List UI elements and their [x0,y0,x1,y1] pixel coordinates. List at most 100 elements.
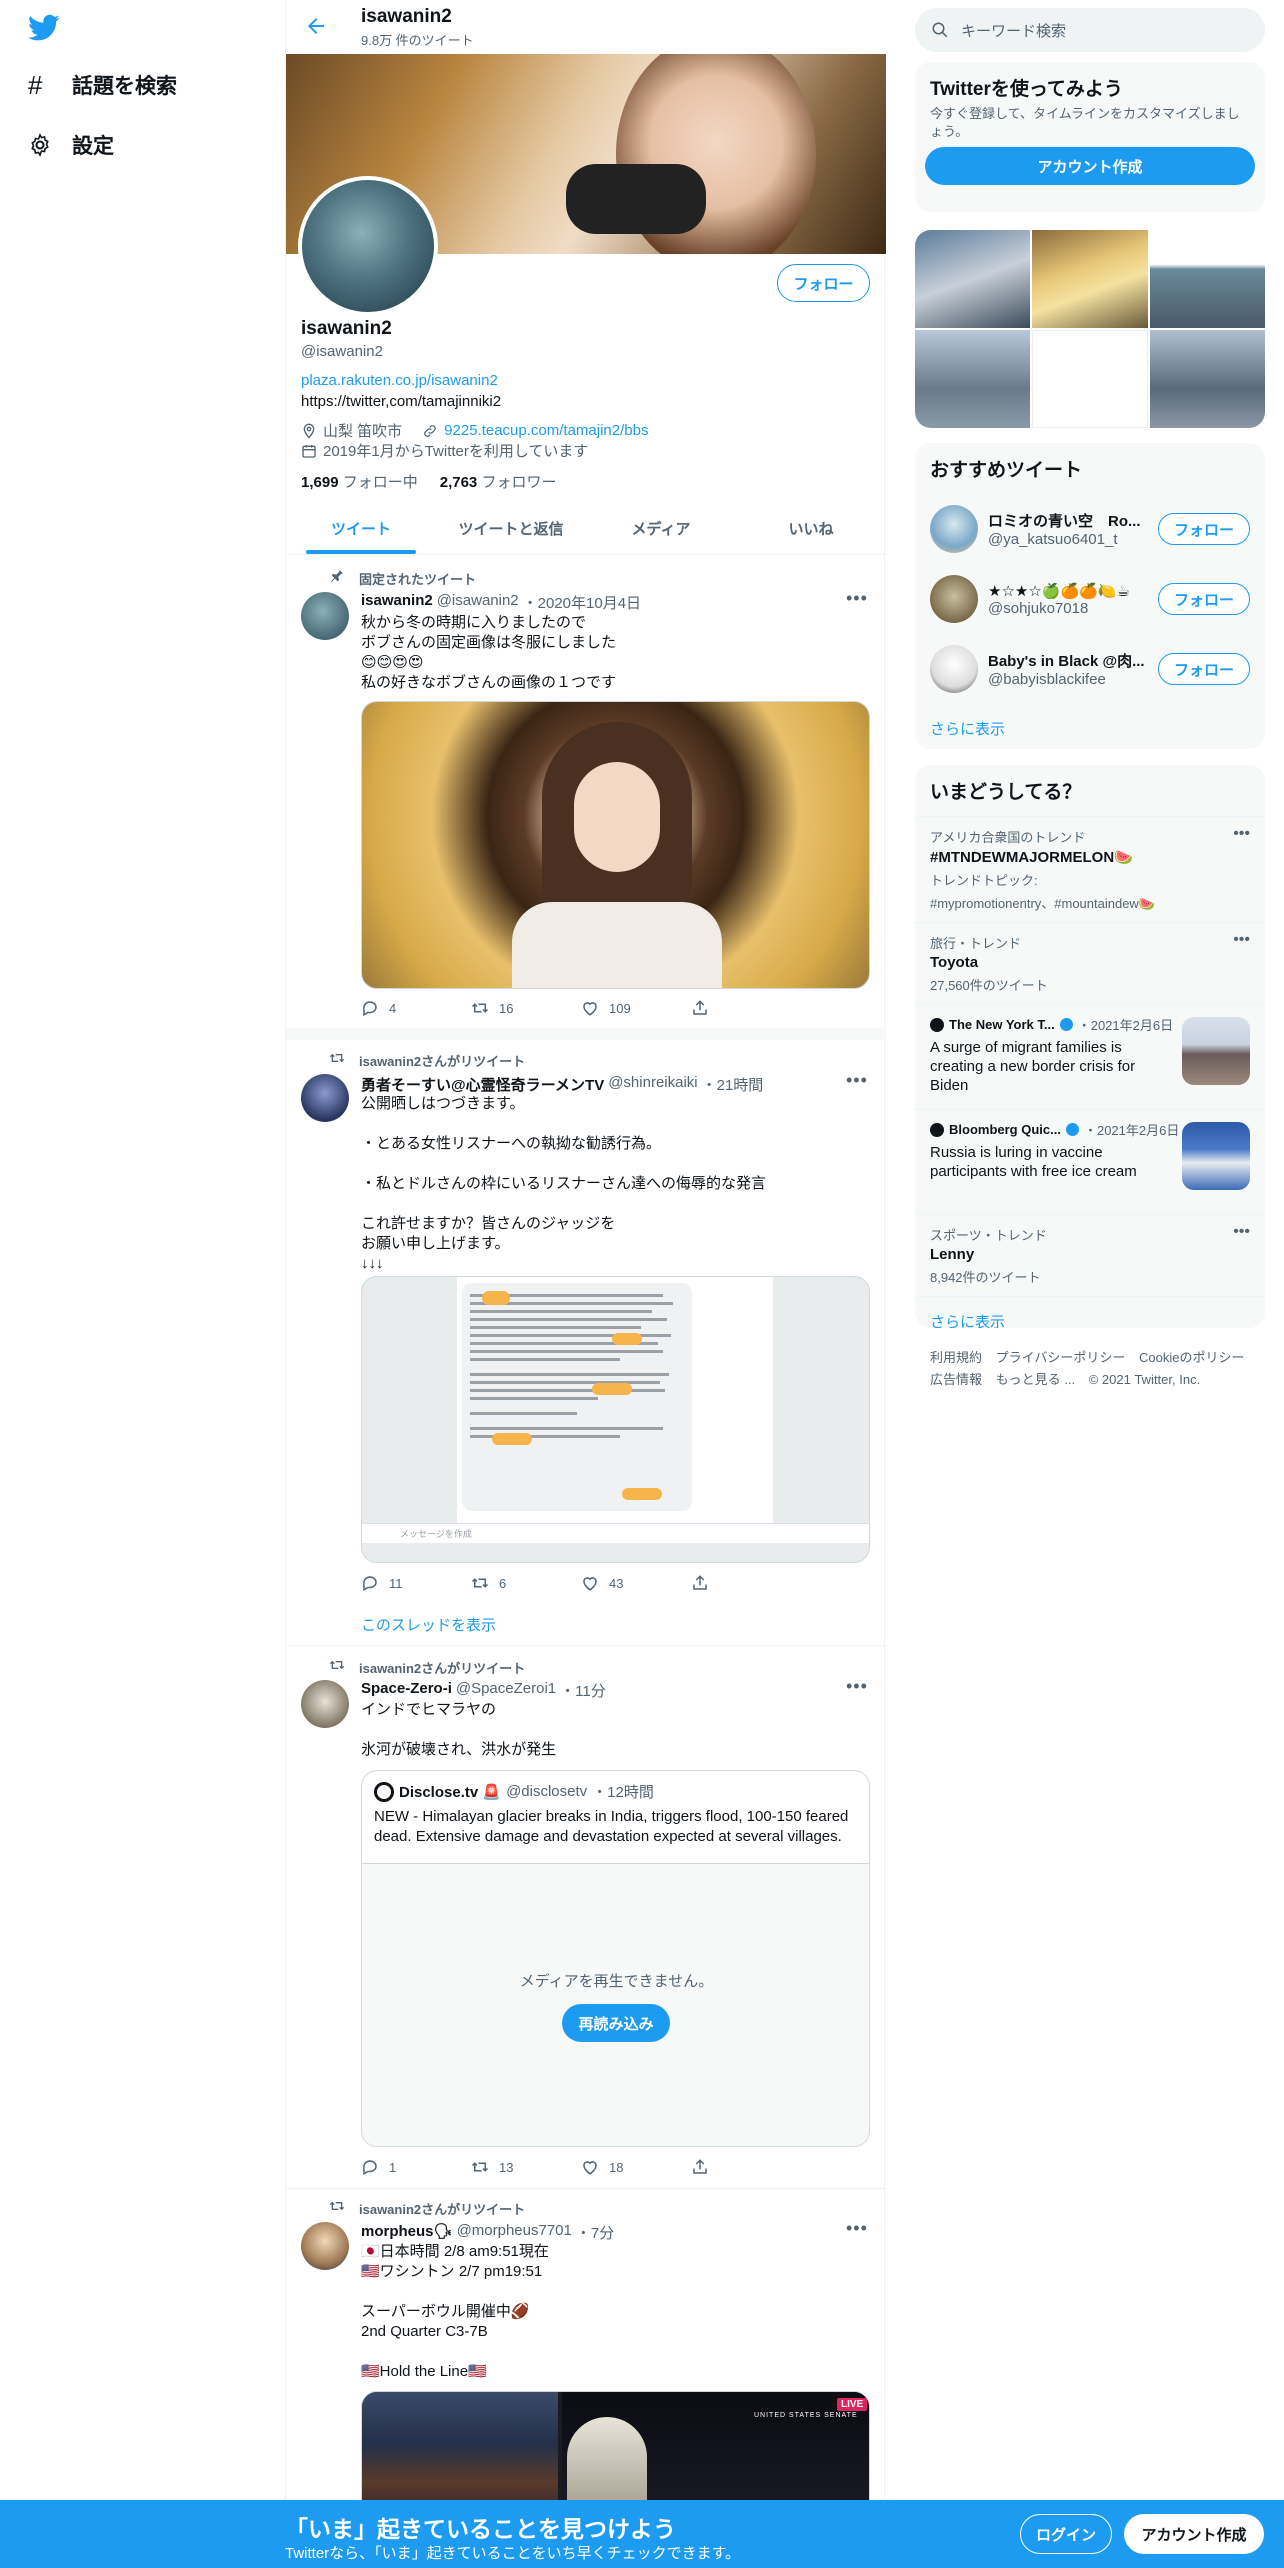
media-gallery[interactable] [915,230,1265,428]
more-icon[interactable]: ••• [1233,825,1250,843]
show-thread-link[interactable]: このスレッドを表示 [361,1614,496,1635]
rec-avatar[interactable] [930,645,978,693]
tweet-author-handle: @isawanin2 [436,592,519,609]
rec-avatar[interactable] [930,505,978,553]
reply-count: 1 [389,2159,397,2175]
share-button[interactable] [691,999,801,1017]
reload-button[interactable]: 再読み込み [562,2004,670,2042]
retweet-button[interactable]: 6 [471,1574,581,1592]
back-arrow-icon[interactable] [304,14,330,40]
quoted-tweet[interactable]: Disclose.tv 🚨 @disclosetv ・12時間 NEW - Hi… [361,1770,870,2147]
like-button[interactable]: 43 [581,1574,691,1592]
login-button[interactable]: ログイン [1020,2514,1112,2554]
trend-tags[interactable]: #mypromotionentry、#mountaindew🍉 [930,893,1250,912]
news-item[interactable]: The New York T... ・2021年2月6日 A surge of m… [915,1004,1265,1109]
reply-icon [362,1001,377,1017]
retweet-button[interactable]: 16 [471,999,581,1017]
tab-media[interactable]: メディア [586,502,736,554]
retweet-count: 16 [499,1000,514,1016]
tweet-image-screenshot[interactable]: メッセージを作成 [361,1276,870,1563]
like-button[interactable]: 109 [581,999,691,1017]
tweet-time[interactable]: ・2020年10月4日 [523,592,641,613]
trend-item[interactable]: スポーツ・トレンド Lenny 8,942件のツイート ••• [915,1214,1265,1296]
share-icon [693,1575,707,1590]
tab-tweets[interactable]: ツイート [286,502,436,554]
show-more-link[interactable]: さらに表示 [915,704,1265,749]
gallery-image[interactable] [1149,230,1265,328]
retweet-button[interactable]: 13 [471,2158,581,2176]
profile-avatar[interactable] [298,176,438,316]
footer-terms[interactable]: 利用規約 [930,1350,982,1365]
reply-button[interactable]: 11 [361,1574,471,1592]
footer-more[interactable]: もっと見る ... [996,1372,1075,1387]
tweet-avatar[interactable] [301,592,349,640]
follow-button[interactable]: フォロー [777,264,870,302]
gallery-image[interactable] [915,230,1031,328]
more-icon[interactable]: ••• [1233,1223,1250,1241]
tweet-context: 固定されたツイート [359,572,477,587]
more-icon[interactable]: ••• [846,1070,868,1091]
nav-explore[interactable]: # 話題を検索 [28,65,177,105]
footer-ads[interactable]: 広告情報 [930,1372,982,1387]
tweet-avatar[interactable] [301,1680,349,1728]
reply-count: 4 [389,1000,397,1016]
like-button[interactable]: 18 [581,2158,691,2176]
rec-avatar[interactable] [930,575,978,623]
tweet-time[interactable]: ・11分 [560,1680,606,1701]
tweet-context: isawanin2さんがリツイート [359,2202,526,2217]
recommended-user[interactable]: Baby's in Black @肉... @babyisblackifee フォ… [915,634,1265,704]
tweet-avatar[interactable] [301,2222,349,2270]
gallery-image[interactable] [1032,330,1148,428]
recommended-user[interactable]: ロミオの青い空 Ro... @ya_katsuo6401_t フォロー [915,494,1265,564]
gallery-image[interactable] [915,330,1031,428]
header-tweet-count: 9.8万 件のツイート [361,33,474,48]
search-box[interactable]: キーワード検索 [915,8,1265,52]
followers-stat[interactable]: 2,763 フォロワー [440,471,557,492]
recommended-user[interactable]: ★☆★☆🍏🍊🍊🍋☕ @sohjuko7018 フォロー [915,564,1265,634]
tweet-time[interactable]: ・7分 [576,2222,614,2243]
create-account-button[interactable]: アカウント作成 [925,147,1255,185]
tweet-author-name[interactable]: morpheus🗣 [361,2222,453,2243]
rec-follow-button[interactable]: フォロー [1158,513,1250,545]
hashtag-icon: # [28,69,43,100]
reply-button[interactable]: 4 [361,999,471,1017]
share-button[interactable] [691,2158,801,2176]
more-icon[interactable]: ••• [846,588,868,609]
more-icon[interactable]: ••• [846,1676,868,1697]
tweet-image[interactable] [361,701,870,989]
tab-likes[interactable]: いいね [736,502,886,554]
show-more-link[interactable]: さらに表示 [915,1296,1265,1328]
more-icon[interactable]: ••• [1233,931,1250,949]
rec-follow-button[interactable]: フォロー [1158,583,1250,615]
footer-cookie[interactable]: Cookieのポリシー [1139,1350,1244,1365]
link-icon [422,423,438,439]
signup-button[interactable]: アカウント作成 [1124,2514,1264,2554]
tweet-author-name[interactable]: Space-Zero-i [361,1680,452,1701]
tweet-time[interactable]: ・21時間 [702,1074,764,1095]
more-icon[interactable]: ••• [846,2218,868,2239]
news-item[interactable]: Bloomberg Quic... ・2021年2月6日 Russia is lu… [915,1109,1265,1214]
profile-website[interactable]: 9225.teacup.com/tamajin2/bbs [444,422,648,439]
following-stat[interactable]: 1,699 フォロー中 [301,471,418,492]
bio-link-rakuten[interactable]: plaza.rakuten.co.jp/isawanin2 [301,372,498,389]
trend-item[interactable]: 旅行・トレンド Toyota 27,560件のツイート ••• [915,922,1265,1004]
gallery-image[interactable] [1032,230,1148,328]
retweet-context-icon [329,1657,345,1673]
trend-topic-label: トレンドトピック: [930,873,1038,888]
trend-category: 旅行・トレンド [930,936,1022,951]
tweet-author-name[interactable]: isawanin2 [361,592,433,613]
rec-follow-button[interactable]: フォロー [1158,653,1250,685]
reply-button[interactable]: 1 [361,2158,471,2176]
tab-tweets-replies[interactable]: ツイートと返信 [436,502,586,554]
trend-item[interactable]: アメリカ合衆国のトレンド #MTNDEWMAJORMELON🍉 トレンドトピック… [915,816,1265,922]
quote-author-name: Disclose.tv 🚨 [399,1783,502,1801]
nav-settings[interactable]: 設定 [28,125,114,165]
gallery-image[interactable] [1149,330,1265,428]
footer-privacy[interactable]: プライバシーポリシー [996,1350,1126,1365]
tweet-author-name[interactable]: 勇者そーすい@心霊怪奇ラーメンTV [361,1074,604,1095]
share-button[interactable] [691,1574,801,1592]
bio-link-twitter: https://twitter,com/tamajinniki2 [301,393,502,410]
rec-handle: @babyisblackifee [988,671,1106,688]
twitter-logo-icon[interactable] [28,14,64,44]
tweet-avatar[interactable] [301,1074,349,1122]
